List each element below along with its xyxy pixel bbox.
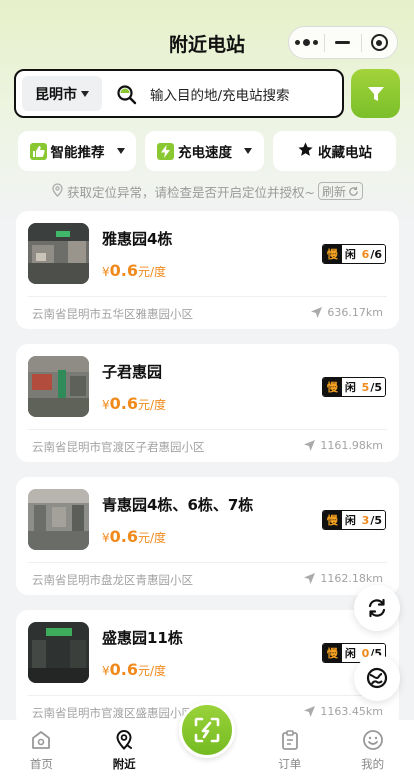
clipboard-icon <box>281 730 298 750</box>
station-name: 雅惠园4栋 <box>102 230 173 248</box>
caret-down-icon <box>244 148 252 154</box>
station-price: ¥0.6元/度 <box>102 261 167 280</box>
chip-charge-speed[interactable]: 充电速度 <box>145 131 264 171</box>
scan-charge-button[interactable] <box>178 702 235 758</box>
chip-label: 收藏电站 <box>318 145 372 161</box>
free-count: 闲 3/5 <box>341 511 385 529</box>
star-icon <box>297 141 314 162</box>
city-selector[interactable]: 昆明市 <box>22 76 102 111</box>
navigation-arrow-icon <box>304 573 316 584</box>
station-distance: 636.17km <box>310 306 383 319</box>
search-icon <box>116 83 138 105</box>
map-mode-button[interactable] <box>354 655 400 701</box>
filter-button[interactable] <box>351 69 400 118</box>
station-photo <box>28 622 89 683</box>
tab-label: 我的 <box>361 757 385 771</box>
station-address: 云南省昆明市五华区雅惠园小区 <box>32 307 193 321</box>
chip-label: 智能推荐 <box>50 145 105 161</box>
location-pin-icon <box>51 182 64 200</box>
smiley-icon <box>362 730 383 750</box>
station-address: 云南省昆明市官渡区盛惠园小区 <box>32 706 193 720</box>
card-divider <box>28 296 387 297</box>
slow-charge-label: 慢 <box>322 644 342 662</box>
slow-charge-label: 慢 <box>322 245 342 263</box>
card-divider <box>28 429 387 430</box>
card-divider <box>28 562 387 563</box>
station-distance: 1161.98km <box>303 439 383 452</box>
card-divider <box>28 695 387 696</box>
search-box[interactable]: 昆明市 输入目的地/充电站搜索 <box>14 69 344 118</box>
station-price: ¥0.6元/度 <box>102 394 167 413</box>
availability-badge: 慢 闲 6/6 <box>321 244 386 264</box>
minimize-button[interactable] <box>325 27 360 58</box>
city-label: 昆明市 <box>35 86 77 103</box>
filter-chips: 智能推荐 充电速度 收藏电站 <box>18 131 396 171</box>
tab-home[interactable]: 首页 <box>0 720 83 780</box>
location-notice: 获取定位异常，请检查是否开启定位并授权~ 刷新 <box>0 181 414 201</box>
minimize-icon <box>335 41 351 44</box>
availability-badge: 慢 闲 5/5 <box>321 377 386 397</box>
station-name: 子君惠园 <box>102 363 163 381</box>
filter-icon <box>367 86 384 101</box>
navigation-arrow-icon <box>311 307 323 318</box>
station-card[interactable]: 青惠园4栋、6栋、7栋 ¥0.6元/度 慢 闲 3/5 云南省昆明市盘龙区青惠园… <box>16 477 399 595</box>
station-photo <box>28 489 89 550</box>
tab-label: 附近 <box>112 757 136 771</box>
chip-smart-recommend[interactable]: 智能推荐 <box>18 131 136 171</box>
station-address: 云南省昆明市官渡区子君惠园小区 <box>32 440 205 454</box>
navigation-arrow-icon <box>304 440 316 451</box>
availability-badge: 慢 闲 3/5 <box>321 510 386 530</box>
mini-program-capsule <box>288 26 398 59</box>
header: 附近电站 <box>0 0 414 66</box>
station-price: ¥0.6元/度 <box>102 527 167 546</box>
refresh-label: 刷新 <box>321 184 346 199</box>
tab-label: 首页 <box>29 757 53 771</box>
free-count: 闲 5/5 <box>341 378 385 396</box>
tab-label: 订单 <box>278 757 302 771</box>
free-count: 闲 6/6 <box>341 245 385 263</box>
tab-nearby[interactable]: 附近 <box>83 720 166 780</box>
slow-charge-label: 慢 <box>322 378 342 396</box>
home-icon <box>32 731 51 749</box>
location-notice-text: 获取定位异常，请检查是否开启定位并授权~ <box>67 184 315 200</box>
lightning-icon <box>157 142 174 160</box>
tab-profile[interactable]: 我的 <box>331 720 414 780</box>
search-input[interactable]: 输入目的地/充电站搜索 <box>150 84 290 104</box>
station-distance: 1162.18km <box>303 572 383 585</box>
location-pin-icon <box>116 729 133 750</box>
tab-scan <box>166 702 249 780</box>
thumbs-up-icon <box>29 142 47 160</box>
caret-down-icon <box>81 90 89 97</box>
station-address: 云南省昆明市盘龙区青惠园小区 <box>32 573 193 587</box>
reload-button[interactable] <box>354 585 400 631</box>
station-name: 青惠园4栋、6栋、7栋 <box>102 496 254 514</box>
station-card[interactable]: 子君惠园 ¥0.6元/度 慢 闲 5/5 云南省昆明市官渡区子君惠园小区 116… <box>16 344 399 462</box>
search-row: 昆明市 输入目的地/充电站搜索 <box>14 69 400 118</box>
station-price: ¥0.6元/度 <box>102 660 167 679</box>
station-name: 盛惠园11栋 <box>102 629 183 647</box>
globe-icon <box>366 667 388 689</box>
scan-icon <box>194 717 220 743</box>
station-card[interactable]: 雅惠园4栋 ¥0.6元/度 慢 闲 6/6 云南省昆明市五华区雅惠园小区 636… <box>16 211 399 329</box>
station-distance: 1163.45km <box>303 705 383 718</box>
navigation-arrow-icon <box>304 706 316 717</box>
tab-orders[interactable]: 订单 <box>248 720 331 780</box>
refresh-icon <box>349 186 358 196</box>
chip-label: 充电速度 <box>178 145 232 161</box>
more-dots-icon <box>295 39 319 46</box>
close-miniprogram-button[interactable] <box>362 27 397 58</box>
caret-down-icon <box>116 148 125 154</box>
station-photo <box>28 356 89 417</box>
more-menu-button[interactable] <box>289 27 324 58</box>
slow-charge-label: 慢 <box>322 511 342 529</box>
reload-icon <box>368 598 386 618</box>
refresh-location-button[interactable]: 刷新 <box>317 182 363 200</box>
station-photo <box>28 223 89 284</box>
target-icon <box>370 34 388 51</box>
chip-favorite-stations[interactable]: 收藏电站 <box>273 131 396 171</box>
bottom-tab-bar: 首页 附近 订单 我的 <box>0 702 414 780</box>
